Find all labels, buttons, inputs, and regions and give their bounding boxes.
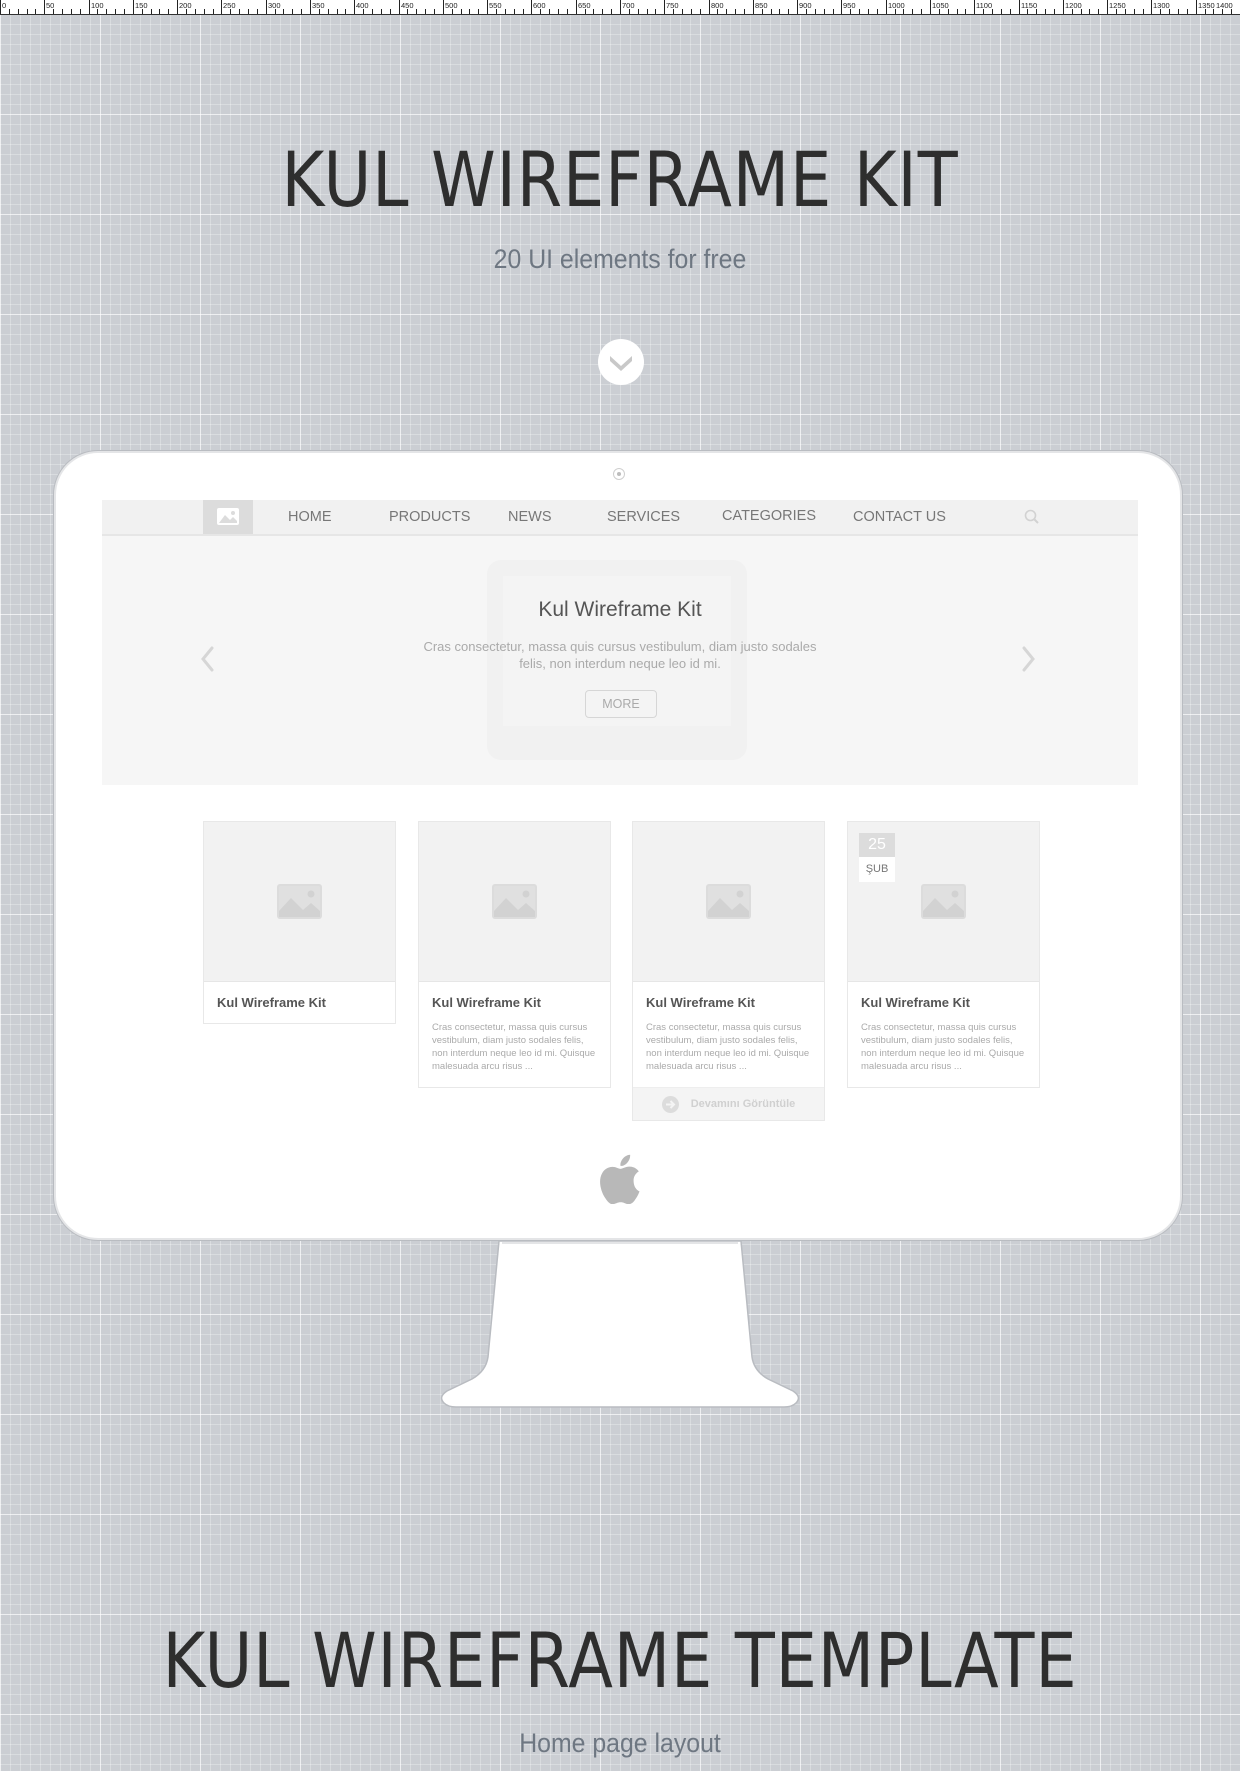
top-ruler: 0 50 100 150 200 250 300 350 400 450 500 550 600 650 7…: [0, 0, 1240, 15]
date-month: ŞUB: [859, 857, 895, 882]
arrow-right-circle-icon: [661, 1095, 679, 1113]
ruler-label: 150: [135, 1, 148, 10]
ruler-label: 350: [312, 1, 325, 10]
card-text: Cras consectetur, massa quis cursus vest…: [861, 1022, 1025, 1072]
card-2[interactable]: Kul Wireframe Kit Cras consectetur, mass…: [418, 821, 611, 1088]
chevron-left-icon[interactable]: [200, 646, 214, 672]
date-day: 25: [859, 833, 895, 857]
ruler-label: 100: [91, 1, 104, 10]
ruler-label: 300: [268, 1, 281, 10]
card-text: Cras consectetur, massa quis cursus vest…: [646, 1022, 810, 1072]
mock-navbar: HOME PRODUCTS NEWS SERVICES CATEGORIES C…: [102, 500, 1138, 536]
nav-item-contact-us[interactable]: CONTACT US: [853, 509, 946, 525]
ruler-label: 900: [799, 1, 812, 10]
image-placeholder-icon: [277, 884, 322, 919]
nav-logo[interactable]: [203, 500, 253, 534]
card-3[interactable]: Kul Wireframe Kit Cras consectetur, mass…: [632, 821, 825, 1121]
ruler-label: 400: [356, 1, 369, 10]
image-placeholder-icon: [217, 508, 239, 525]
hero-slider: Kul Wireframe Kit Cras consectetur, mass…: [102, 536, 1138, 785]
image-placeholder-icon: [706, 884, 751, 919]
card-read-more-label: Devamını Görüntüle: [690, 1098, 796, 1110]
ruler-label: 600: [533, 1, 546, 10]
ruler-label: 800: [711, 1, 724, 10]
ruler-label: 200: [179, 1, 192, 10]
card-image: 25 ŞUB: [848, 822, 1039, 982]
ruler-label: 1400: [1216, 1, 1233, 10]
image-placeholder-icon: [921, 884, 966, 919]
ruler-label: 750: [666, 1, 679, 10]
card-title: Kul Wireframe Kit: [646, 995, 755, 1010]
card-read-more-link[interactable]: Devamını Görüntüle: [633, 1087, 824, 1120]
ruler-label: 1100: [976, 1, 992, 10]
date-badge: 25 ŞUB: [859, 833, 895, 882]
nav-item-categories[interactable]: CATEGORIES: [722, 508, 816, 524]
page-title: KUL WIREFRAME KIT: [281, 135, 959, 224]
nav-item-news[interactable]: NEWS: [508, 509, 552, 525]
ruler-label: 500: [445, 1, 458, 10]
card-image: [204, 822, 395, 982]
image-placeholder-icon: [492, 884, 537, 919]
card-title: Kul Wireframe Kit: [432, 995, 541, 1010]
card-text: Cras consectetur, massa quis cursus vest…: [432, 1022, 596, 1072]
ruler-label: 1200: [1065, 1, 1082, 10]
page-subtitle: 20 UI elements for free: [493, 244, 747, 274]
ruler-label: 850: [755, 1, 768, 10]
scroll-down-button[interactable]: [598, 339, 644, 385]
section-title: KUL WIREFRAME TEMPLATE: [162, 1616, 1078, 1705]
ruler-label: 450: [401, 1, 414, 10]
ruler-label: 1250: [1109, 1, 1126, 10]
section-subtitle: Home page layout: [519, 1728, 721, 1758]
card-image: [419, 822, 610, 982]
ruler-label: 0: [2, 1, 6, 10]
search-icon[interactable]: [1024, 509, 1040, 525]
ruler-label: 950: [843, 1, 856, 10]
ruler-label: 1050: [932, 1, 949, 10]
ruler-label: 250: [223, 1, 236, 10]
ruler-label: 550: [489, 1, 502, 10]
ruler-label: 50: [46, 1, 54, 10]
camera-icon: [613, 468, 625, 480]
ruler-label: 700: [622, 1, 635, 10]
apple-logo-icon: [600, 1154, 640, 1204]
nav-item-products[interactable]: PRODUCTS: [389, 509, 470, 525]
hero-title: Kul Wireframe Kit: [538, 598, 702, 621]
chevron-right-icon[interactable]: [1022, 646, 1036, 672]
ruler-ticks: 0 50 100 150 200 250 300 350 400 450 500 550 600 650 7…: [0, 0, 1233, 14]
card-title: Kul Wireframe Kit: [861, 995, 970, 1010]
chevron-down-icon: [610, 356, 632, 371]
ruler-label: 1300: [1153, 1, 1170, 10]
nav-item-home[interactable]: HOME: [288, 509, 332, 525]
ruler-label: 650: [578, 1, 591, 10]
hero-text: Cras consectetur, massa quis cursus vest…: [423, 639, 817, 671]
card-1[interactable]: Kul Wireframe Kit: [203, 821, 396, 1024]
nav-item-services[interactable]: SERVICES: [607, 509, 680, 525]
ruler-label: 1000: [888, 1, 905, 10]
card-4[interactable]: 25 ŞUB Kul Wireframe Kit Cras consectetu…: [847, 821, 1040, 1088]
card-image: [633, 822, 824, 982]
ruler-label: 1350: [1198, 1, 1215, 10]
ruler-label: 1150: [1021, 1, 1037, 10]
card-title: Kul Wireframe Kit: [217, 995, 326, 1010]
monitor-stand: [440, 1240, 800, 1408]
hero-more-button[interactable]: MORE: [585, 690, 657, 718]
